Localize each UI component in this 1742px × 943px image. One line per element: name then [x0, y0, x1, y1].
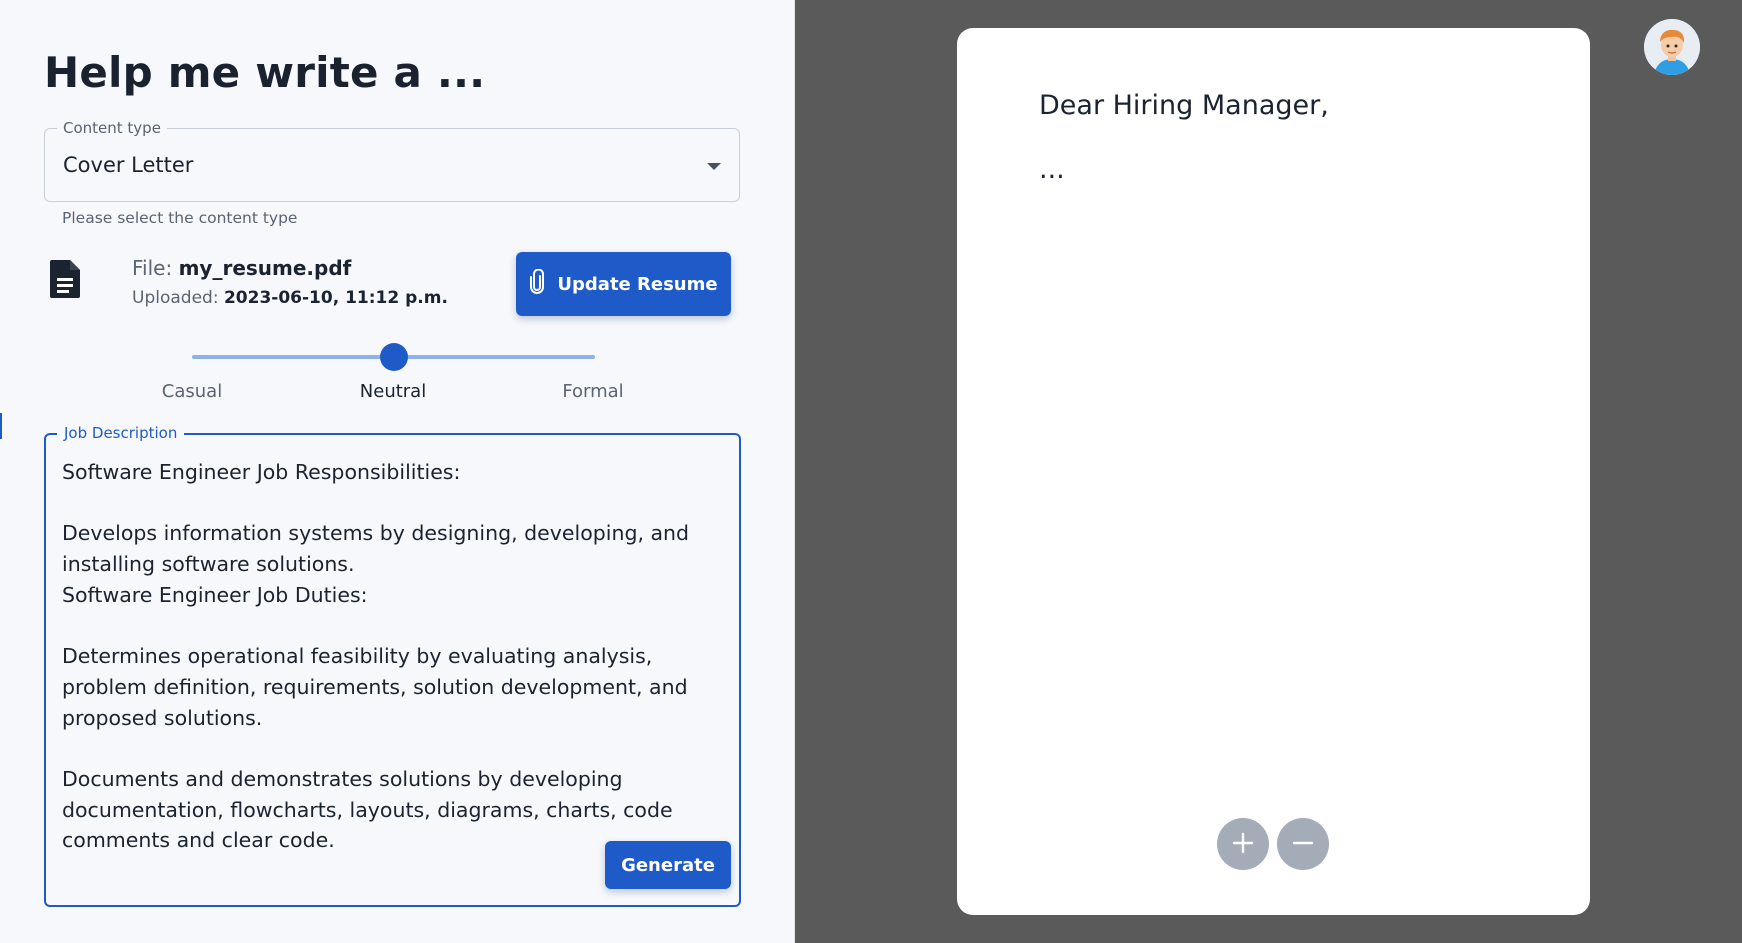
job-description-label: Job Description: [57, 424, 185, 442]
content-type-select[interactable]: Content type Cover Letter: [44, 119, 740, 202]
plus-icon: [1231, 831, 1255, 858]
job-description-field[interactable]: Job Description Software Engineer Job Re…: [44, 424, 741, 907]
document-preview: Dear Hiring Manager, ...: [957, 28, 1590, 915]
page-title: Help me write a ...: [44, 48, 486, 97]
editor-panel: Help me write a ... Content type Cover L…: [0, 0, 795, 943]
content-type-label: Content type: [57, 119, 167, 137]
upload-date-row: Uploaded: 2023-06-10, 11:12 p.m.: [132, 288, 448, 308]
uploaded-label: Uploaded:: [132, 288, 219, 308]
zoom-out-button[interactable]: [1277, 818, 1329, 870]
tone-slider-thumb[interactable]: [379, 343, 408, 371]
file-name: my_resume.pdf: [178, 256, 352, 280]
file-name-row: File: my_resume.pdf: [132, 256, 351, 280]
update-resume-label: Update Resume: [557, 273, 718, 295]
document-greeting: Dear Hiring Manager,: [1039, 90, 1329, 121]
file-document-icon: [48, 258, 84, 304]
paperclip-icon: [529, 268, 545, 300]
uploaded-date: 2023-06-10, 11:12 p.m.: [223, 288, 448, 308]
tone-option-formal[interactable]: Formal: [523, 381, 663, 402]
document-body: ...: [1039, 154, 1065, 185]
chevron-down-icon[interactable]: [707, 163, 721, 170]
update-resume-button[interactable]: Update Resume: [516, 252, 731, 316]
content-type-helper-text: Please select the content type: [62, 209, 298, 227]
user-avatar[interactable]: [1644, 19, 1700, 75]
zoom-in-button[interactable]: [1217, 818, 1269, 870]
generate-button[interactable]: Generate: [605, 841, 731, 889]
panel-resize-indicator: [0, 413, 2, 439]
job-description-text[interactable]: Software Engineer Job Responsibilities: …: [62, 457, 722, 856]
tone-option-casual[interactable]: Casual: [122, 381, 262, 402]
content-type-value[interactable]: Cover Letter: [63, 153, 193, 177]
file-label: File:: [132, 256, 173, 280]
minus-icon: [1291, 831, 1315, 858]
tone-option-neutral[interactable]: Neutral: [323, 381, 463, 402]
